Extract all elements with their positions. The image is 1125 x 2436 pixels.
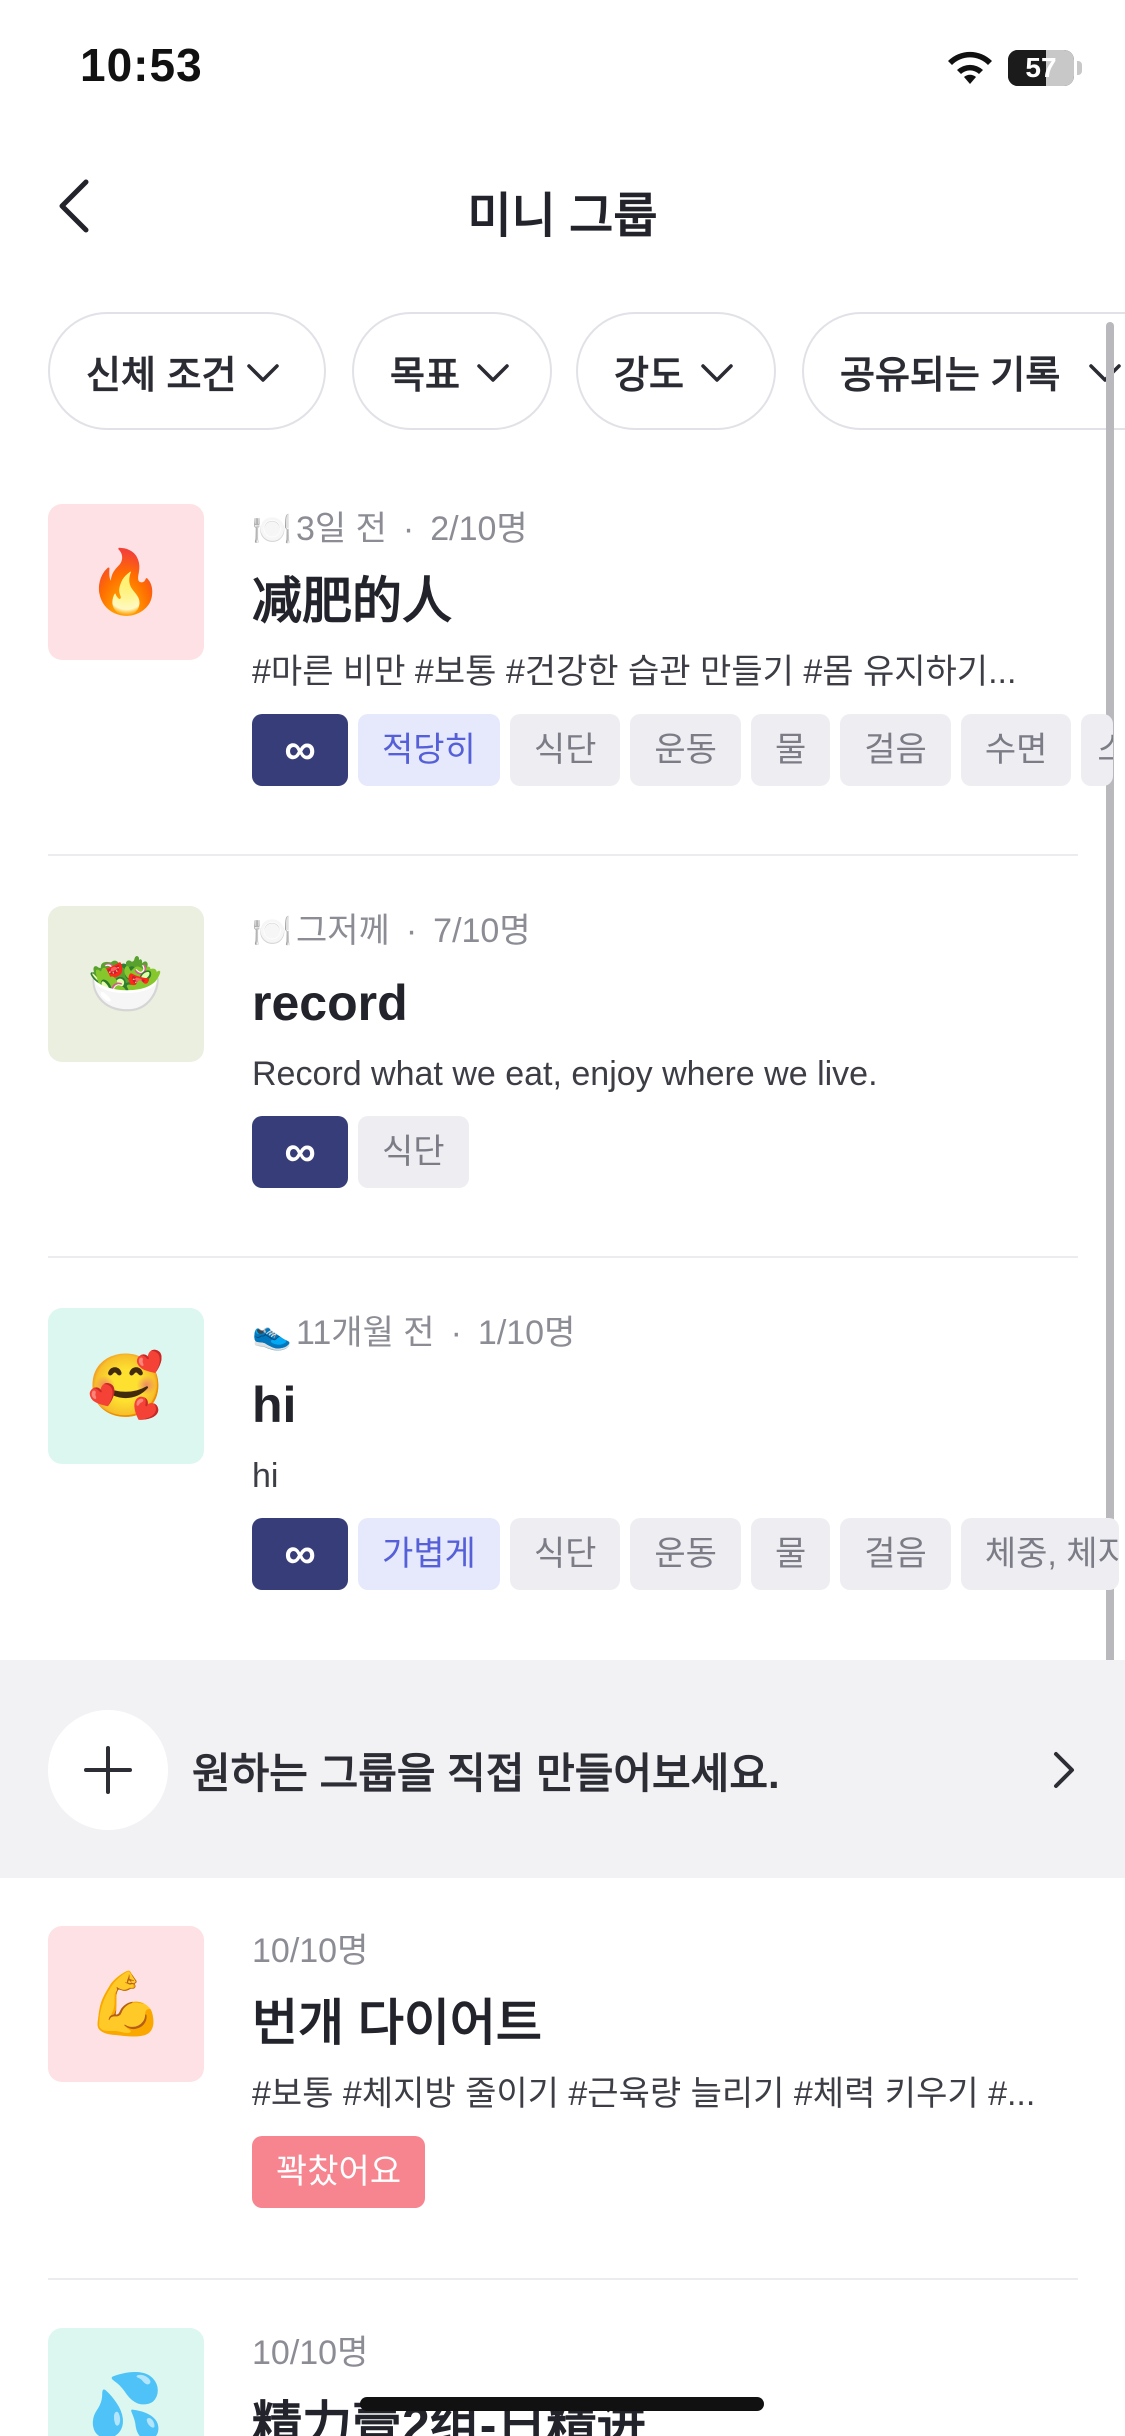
group-description: #보통 #체지방 줄이기 #근육량 늘리기 #체력 키우기 #... [252, 2075, 1036, 2113]
filter-label: 공유되는 기록 [840, 354, 1061, 397]
group-meta: 🍽️ 그저께 · 7/10명 [252, 906, 1112, 956]
intensity-tag: 가볍게 [358, 1518, 500, 1590]
group-last-active: 그저께 [296, 912, 390, 950]
group-card[interactable]: 🔥 🍽️ 3일 전 · 2/10명 减肥的人 #마른 비만 #보통 #건강한 습관 만… [48, 504, 1114, 794]
group-members: 1/10명 [477, 1314, 576, 1352]
full-status-badge: 꽉찼어요 [252, 2136, 426, 2208]
chevron-down-icon [247, 364, 279, 382]
divider [48, 2278, 1078, 2280]
record-tag: 수면 [960, 714, 1072, 786]
group-meta: 🍽️ 3일 전 · 2/10명 [252, 504, 1112, 554]
group-last-active: 11개월 전 [296, 1314, 435, 1352]
filter-intensity[interactable]: 강도 [576, 312, 776, 430]
divider [48, 854, 1078, 856]
record-tag: 식단 [358, 1116, 469, 1188]
nav-bar: 미니 그룹 [0, 150, 1125, 260]
sweat-droplets-emoji-icon: 💦 [87, 2371, 165, 2436]
group-card[interactable]: 🥰 👟11개월 전·1/10명 hi hi ∞가볍게식단운동물걸음체중, 체지방 [48, 1308, 1119, 1598]
group-tags: ∞ 식단 [252, 1116, 1112, 1188]
record-tag: 물 [750, 1518, 831, 1590]
filter-shared-records[interactable]: 공유되는 기록 [802, 312, 1125, 430]
group-thumbnail: 🥗 [48, 906, 204, 1062]
meal-icon: 🍽️ [252, 913, 292, 949]
group-last-active: 3일 전 [296, 510, 387, 548]
status-time: 10:53 [80, 39, 203, 91]
home-indicator[interactable] [360, 2397, 764, 2411]
record-tag: 식단 [509, 714, 621, 786]
fire-emoji-icon: 🔥 [87, 547, 165, 617]
plus-icon [48, 1710, 168, 1830]
group-title: hi [252, 1377, 297, 1433]
group-members: 10/10명 [252, 2334, 369, 2372]
group-card[interactable]: 💦 10/10명 精力壹2组-日精进 [48, 2328, 1078, 2436]
group-tags: ∞ 적당히 식단 운동 물 걸음 수면 스 [252, 714, 1114, 786]
page-title: 미니 그룹 [467, 190, 658, 243]
battery-icon: 57 [1008, 50, 1074, 86]
shoe-icon: 👟 [252, 1315, 292, 1351]
chevron-down-icon [1089, 364, 1121, 382]
record-tag: 스 [1081, 714, 1114, 786]
battery-level: 57 [1025, 52, 1057, 83]
flexed-biceps-emoji-icon: 💪 [87, 1969, 165, 2039]
smiling-hearts-emoji-icon: 🥰 [87, 1351, 165, 1421]
chevron-right-icon [1054, 1752, 1074, 1788]
chevron-down-icon [701, 364, 733, 382]
filter-goal[interactable]: 목표 [352, 312, 552, 430]
group-thumbnail: 💪 [48, 1926, 204, 2082]
group-title: 번개 다이어트 [252, 1995, 542, 2051]
group-card[interactable]: 💪 10/10명 번개 다이어트 #보통 #체지방 줄이기 #근육량 늘리기 #… [48, 1926, 1078, 2216]
intensity-tag: 적당히 [358, 714, 500, 786]
group-members: 10/10명 [252, 1932, 369, 1970]
record-tag: 걸음 [840, 714, 951, 786]
chevron-down-icon [477, 364, 509, 382]
group-description: Record what we eat, enjoy where we live. [252, 1055, 878, 1093]
group-thumbnail: 💦 [48, 2328, 204, 2436]
battery-cap [1077, 61, 1082, 75]
group-description: hi [252, 1457, 279, 1495]
filter-label: 신체 조건 [86, 354, 237, 397]
filter-label: 목표 [390, 354, 460, 397]
filter-label: 강도 [614, 354, 684, 397]
group-members: 2/10명 [430, 510, 528, 548]
group-meta: 👟 11개월 전 · 1/10명 [252, 1308, 1112, 1358]
group-title: record [252, 975, 408, 1031]
meal-icon: 🍽️ [252, 511, 292, 547]
group-card[interactable]: 🥗 🍽️ 그저께 · 7/10명 record Record what we eat,… [48, 906, 1078, 1196]
group-tags: 꽉찼어요 [252, 2136, 1112, 2208]
group-description: #마른 비만 #보통 #건강한 습관 만들기 #몸 유지하기... [252, 653, 1017, 691]
salad-emoji-icon: 🥗 [87, 949, 165, 1019]
infinity-badge: ∞ [252, 1518, 348, 1590]
divider [48, 1256, 1078, 1258]
record-tag: 운동 [630, 714, 741, 786]
wifi-icon [948, 51, 992, 84]
create-group-banner[interactable]: 원하는 그룹을 직접 만들어보세요. [0, 1660, 1125, 1878]
infinity-badge: ∞ [252, 1116, 348, 1188]
group-thumbnail: 🥰 [48, 1308, 204, 1464]
record-tag: 물 [750, 714, 831, 786]
filter-body-condition[interactable]: 신체 조건 [48, 312, 326, 430]
record-tag: 식단 [509, 1518, 621, 1590]
status-bar: 10:53 57 [0, 0, 1125, 130]
infinity-badge: ∞ [252, 714, 348, 786]
group-tags: ∞가볍게식단운동물걸음체중, 체지방 [252, 1518, 1119, 1590]
record-tag: 걸음 [840, 1518, 951, 1590]
record-tag: 운동 [630, 1518, 741, 1590]
group-thumbnail: 🔥 [48, 504, 204, 660]
create-group-label: 원하는 그룹을 직접 만들어보세요. [192, 1750, 780, 1797]
group-members: 7/10명 [433, 912, 531, 950]
record-tag: 체중, 체지방 [960, 1518, 1119, 1590]
group-title: 减肥的人 [252, 573, 452, 629]
